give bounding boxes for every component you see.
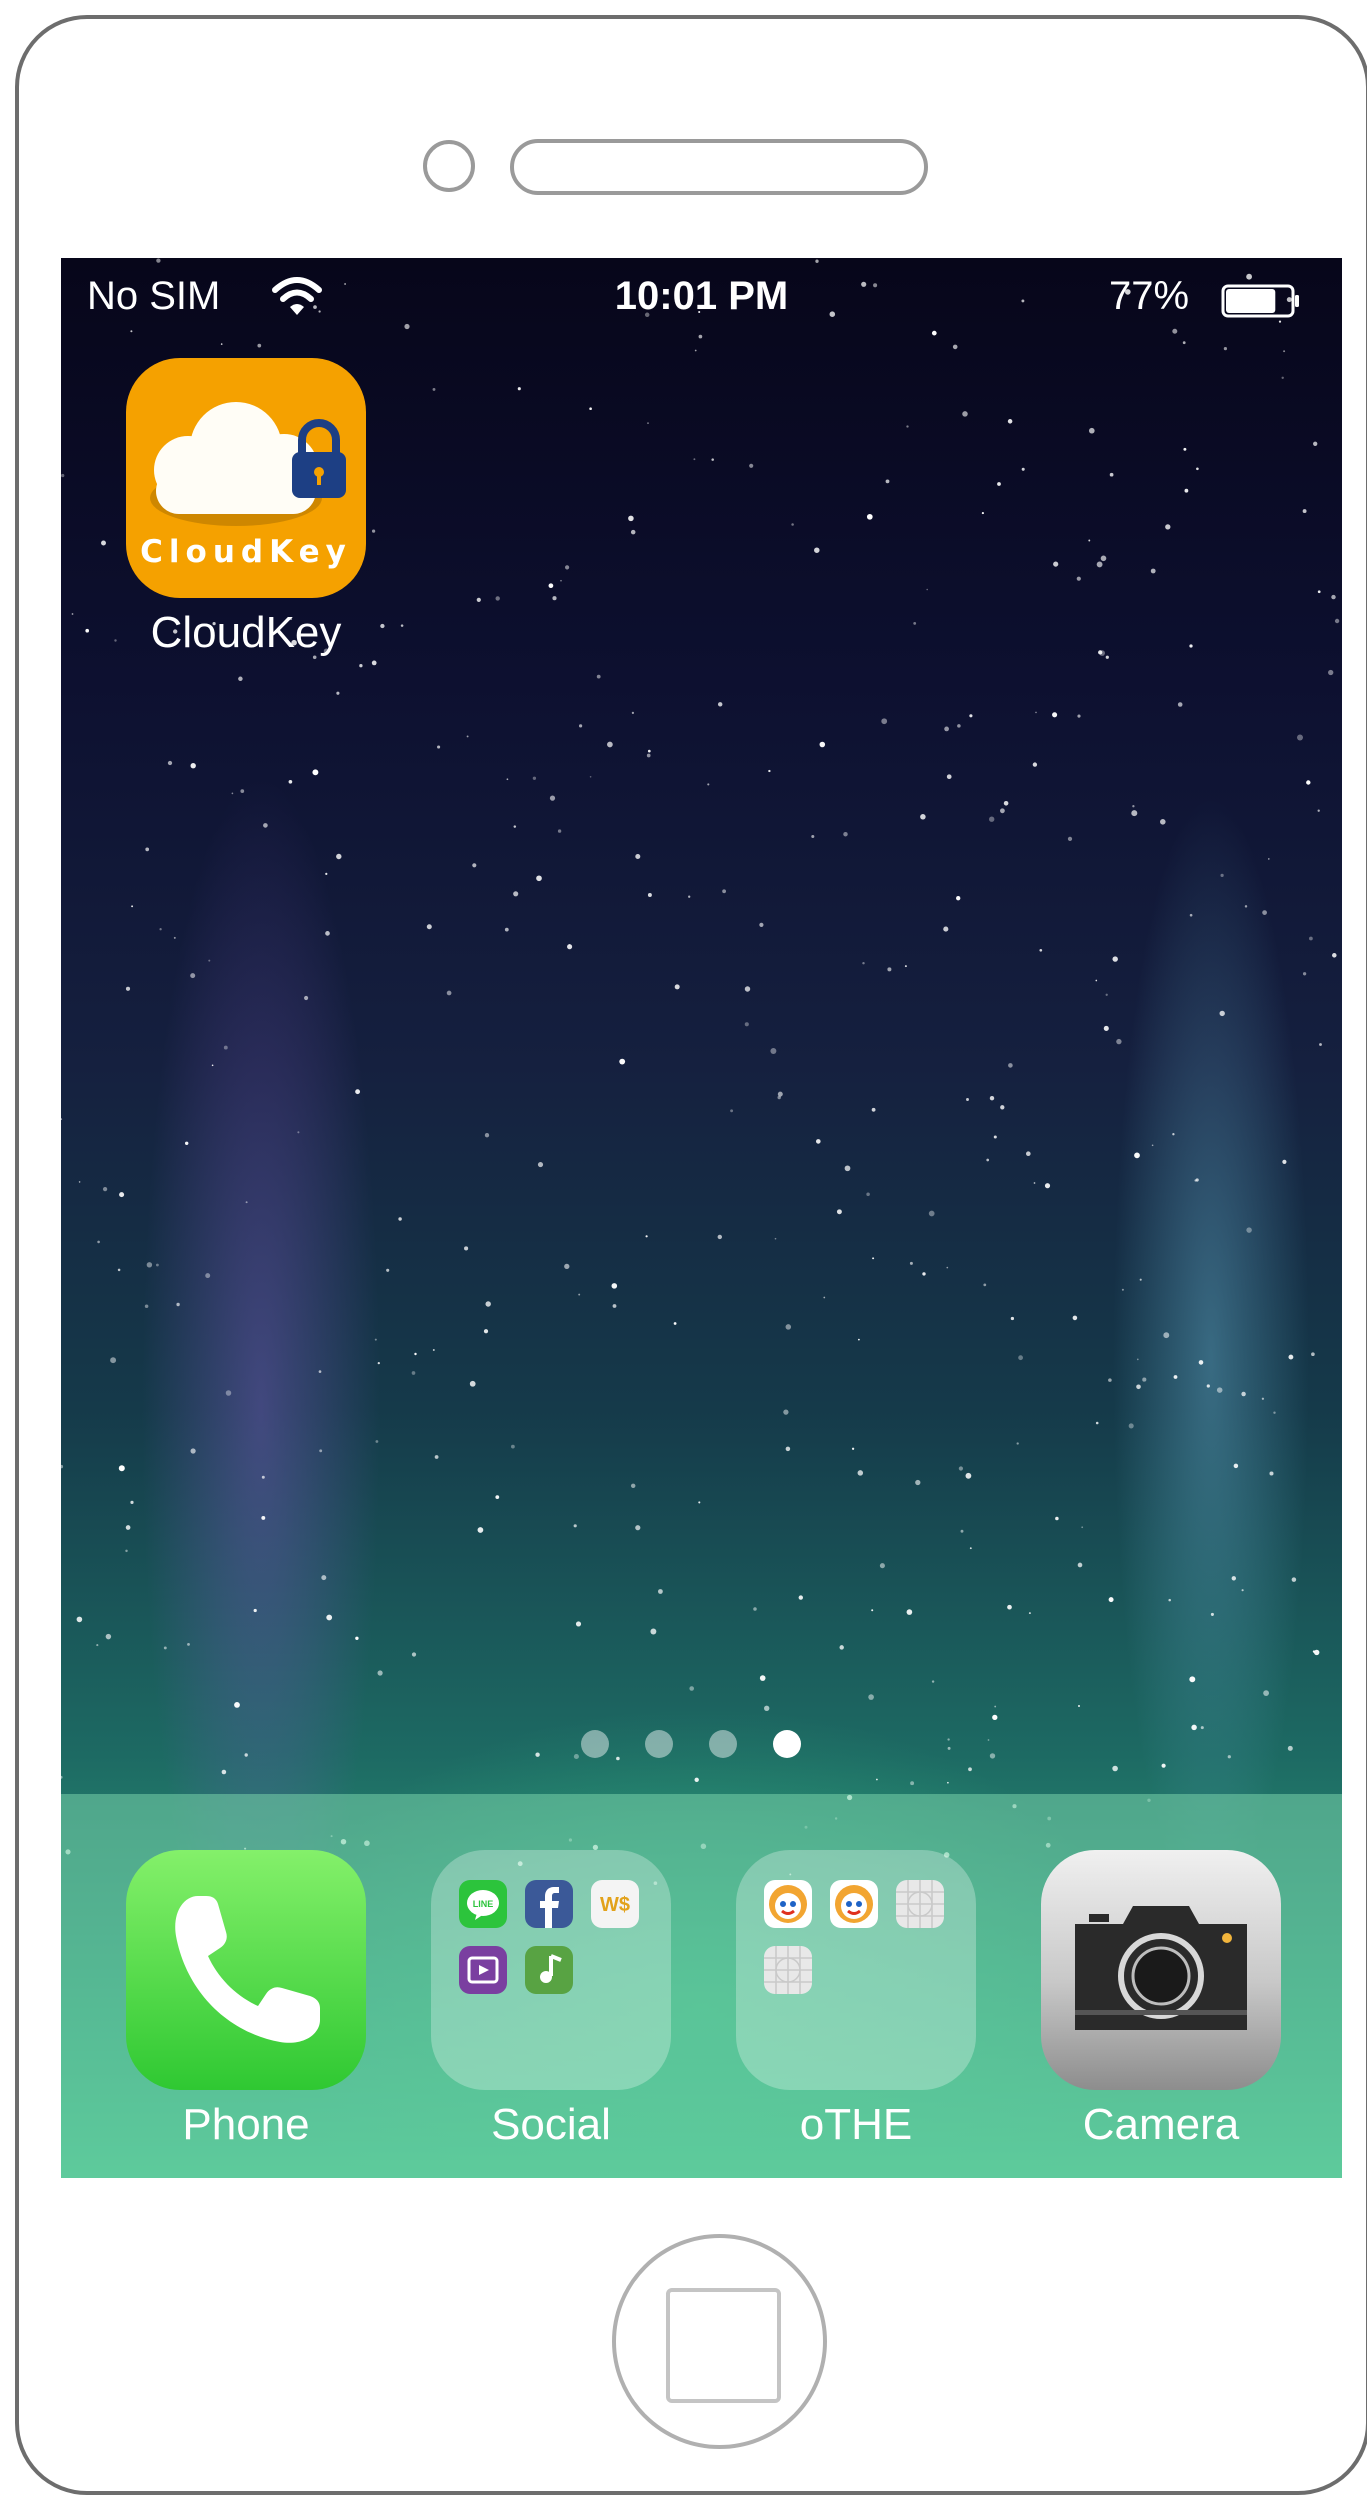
dock-app-phone[interactable]: Phone [126,1850,366,2150]
app-label: Camera [1082,2100,1240,2149]
home-screen: No SIM 10:01 PM 77% CloudKey CloudKey Ph… [61,258,1342,2178]
home-square-icon [666,2288,781,2403]
camera-icon [1041,1850,1281,2090]
face-app-icon [830,1880,878,1928]
app-cloudkey[interactable]: CloudKey CloudKey [126,358,366,658]
app-label: Phone [182,2100,310,2149]
battery-icon [1221,284,1299,318]
svg-text:W$: W$ [600,1894,630,1916]
folder-icon [736,1850,976,2090]
home-button[interactable] [612,2234,827,2449]
page-dot[interactable] [709,1730,737,1758]
line-icon: LINE [459,1880,507,1928]
svg-text:LINE: LINE [473,1899,494,1909]
earpiece-speaker [510,139,928,195]
facebook-icon [525,1880,573,1928]
dock-folder-social[interactable]: LINE W$ Social [431,1850,671,2150]
page-dot-current[interactable] [773,1730,801,1758]
page-dot[interactable] [645,1730,673,1758]
app-label: Social [491,2100,611,2149]
front-camera [423,140,475,192]
app-label: CloudKey [150,608,342,657]
folder-icon: LINE W$ [431,1850,671,2090]
cloudkey-icon-text: CloudKey [140,534,352,570]
dock: Phone LINE W$ Social oTHE Camera [61,1794,1342,2178]
grid-app-icon [764,1946,812,1994]
phone-handset-icon [126,1850,366,2090]
dock-app-camera[interactable]: Camera [1041,1850,1281,2150]
face-app-icon [764,1880,812,1928]
dock-folder-othe[interactable]: oTHE [736,1850,976,2150]
cloud-lock-icon: CloudKey [126,358,366,598]
video-icon [459,1946,507,1994]
page-indicator[interactable] [61,1730,1342,1770]
wallet-icon: W$ [591,1880,639,1928]
music-icon [525,1946,573,1994]
battery-percent: 77% [1109,274,1190,318]
status-bar: No SIM 10:01 PM 77% [61,258,1342,338]
grid-app-icon [896,1880,944,1928]
app-label: oTHE [799,2100,913,2149]
page-dot[interactable] [581,1730,609,1758]
